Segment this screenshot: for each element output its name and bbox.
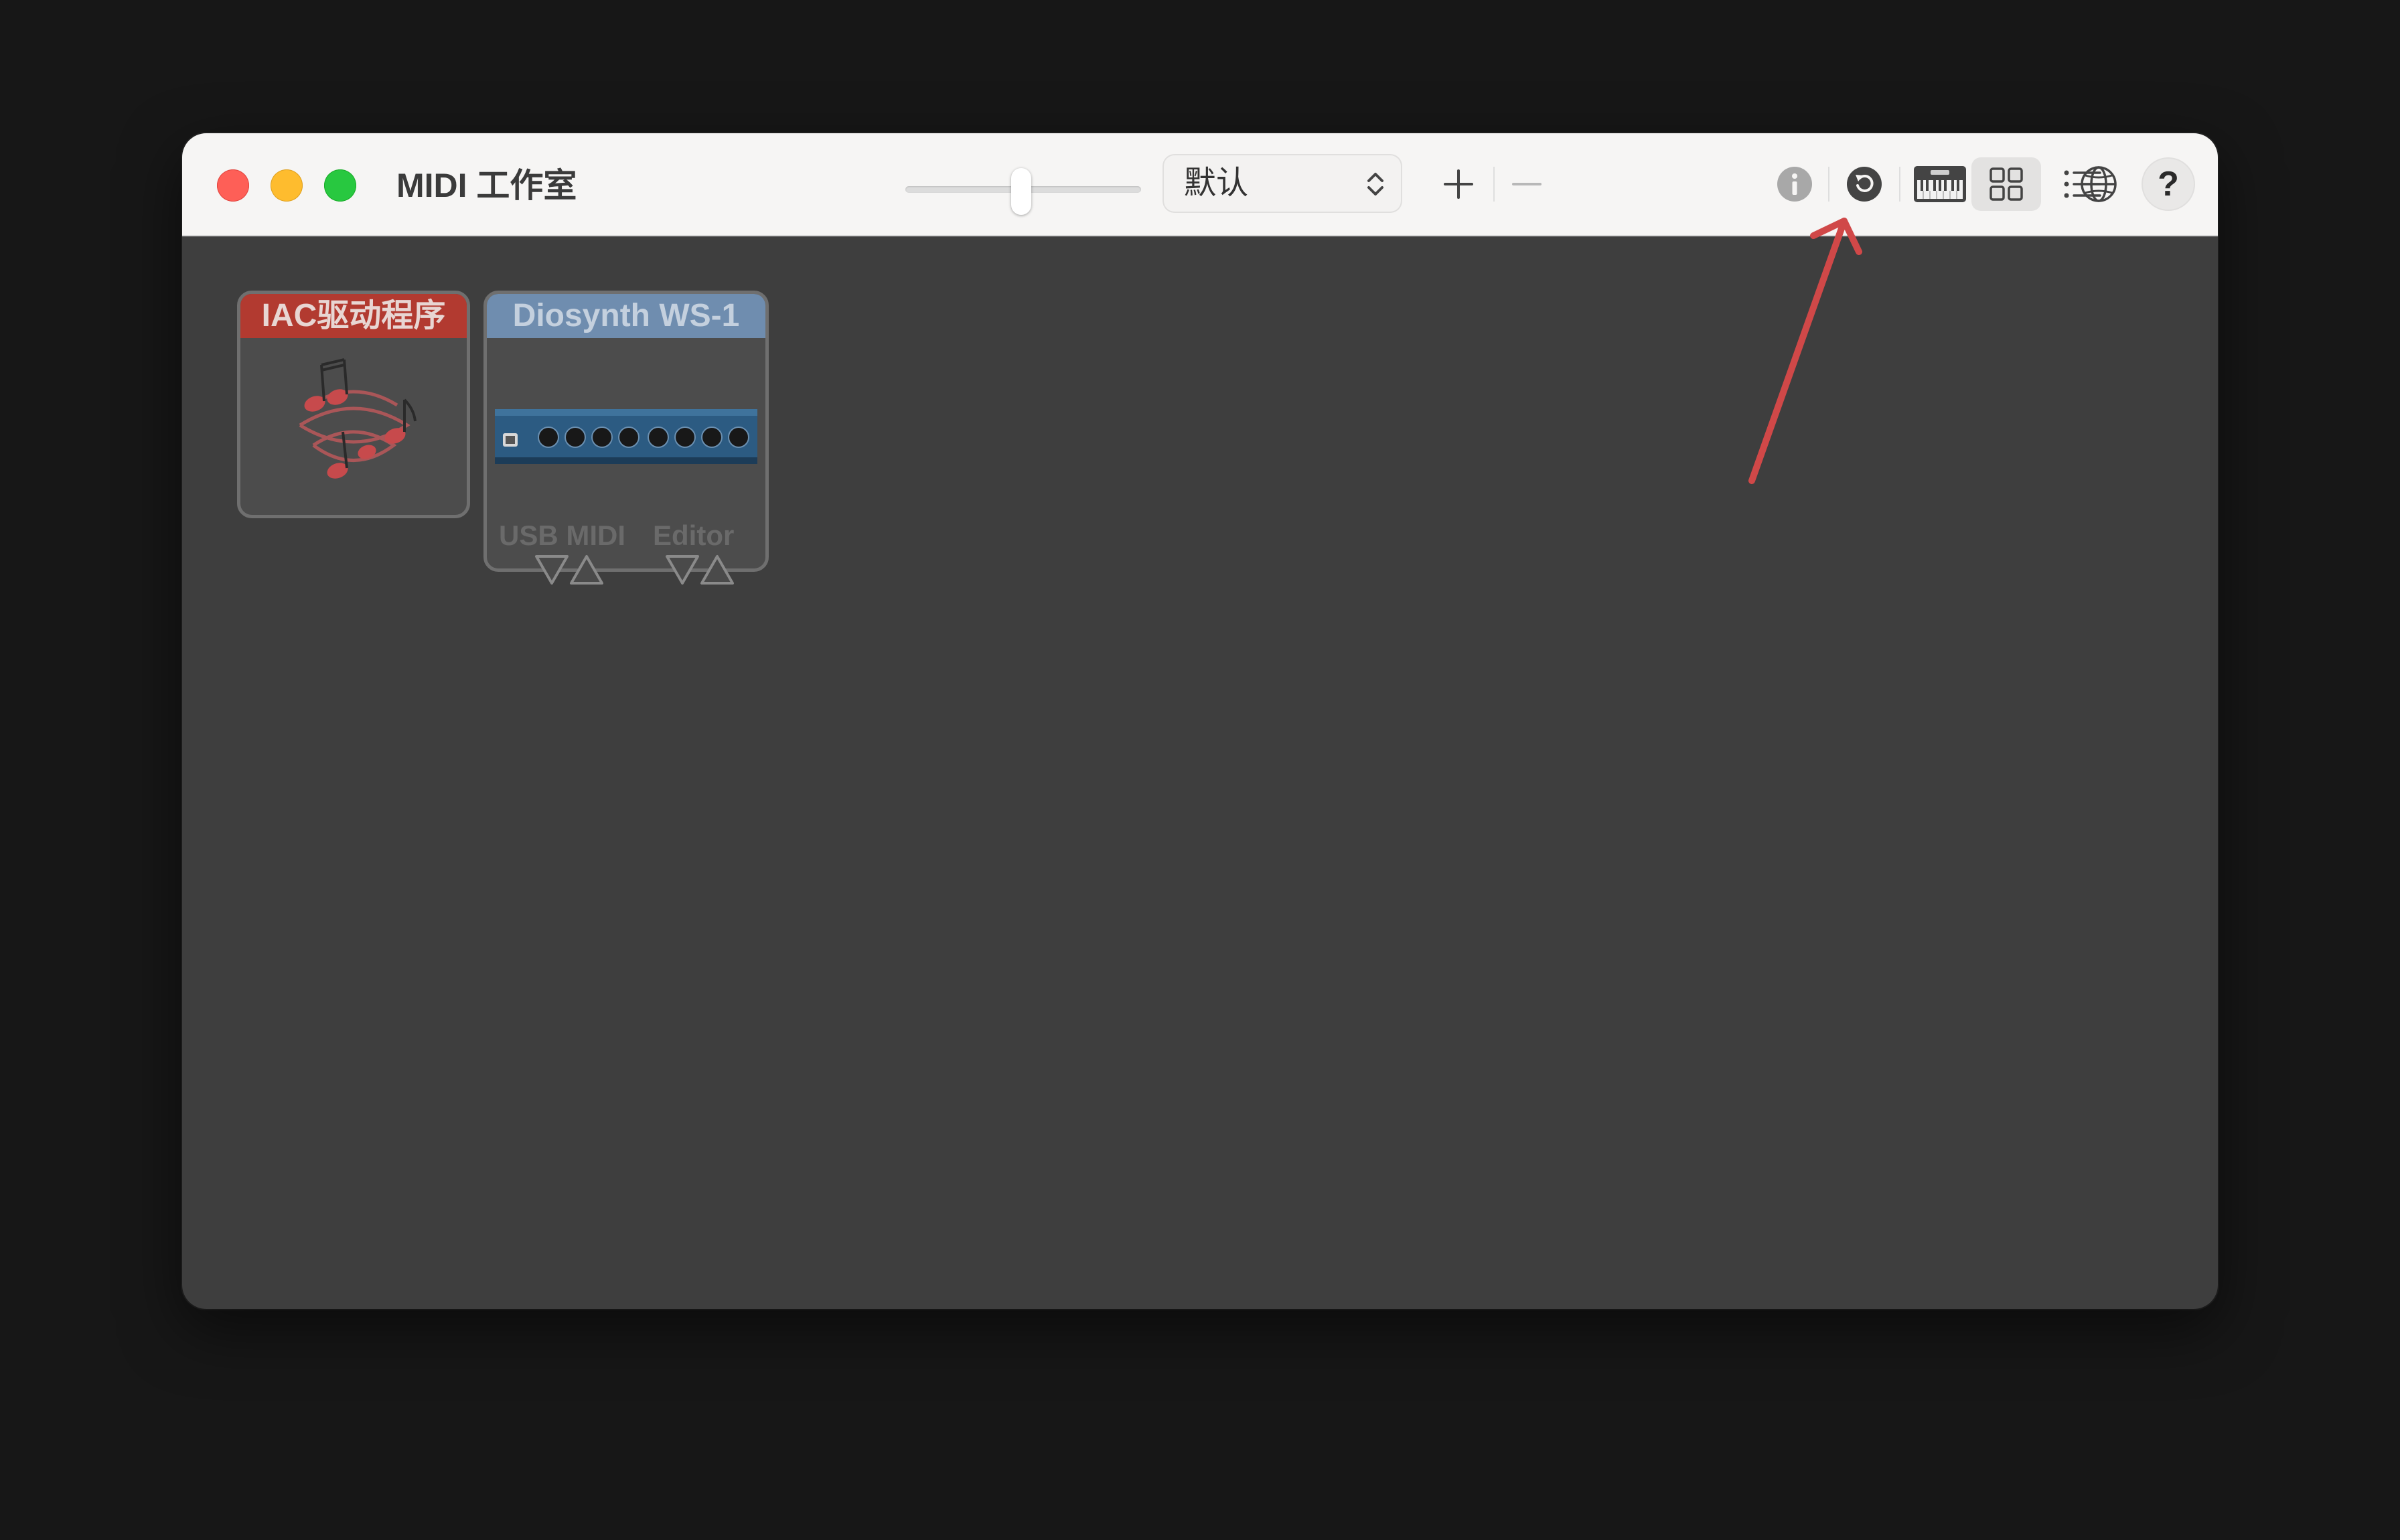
usb-midi-port-connectors[interactable] xyxy=(534,554,607,587)
midi-keyboard-button[interactable] xyxy=(1910,159,1970,210)
configuration-select[interactable]: 默认 xyxy=(1164,155,1401,212)
add-icon xyxy=(1444,169,1473,199)
editor-port-connectors[interactable] xyxy=(664,554,738,587)
music-notes-icon xyxy=(299,358,417,479)
toolbar-separator xyxy=(1828,167,1829,202)
rescan-midi-button[interactable] xyxy=(1839,159,1890,210)
add-device-button[interactable] xyxy=(1433,159,1484,210)
device-info-button[interactable] xyxy=(1769,159,1820,210)
midi-interface-icon xyxy=(495,409,757,464)
up-down-chevron-icon xyxy=(1367,173,1383,196)
grid-view-icon xyxy=(1990,167,2023,201)
device-name: Diosynth WS-1 xyxy=(487,294,765,338)
help-icon: ? xyxy=(2158,165,2179,204)
close-window-button[interactable] xyxy=(217,169,249,202)
list-view-icon xyxy=(2064,170,2101,198)
device-iac-driver[interactable]: IAC驱动程序 xyxy=(237,291,470,518)
titlebar: MIDI 工作室 默认 ? xyxy=(182,133,2218,236)
midi-studio-window: MIDI 工作室 默认 ? IAC驱动程序 Diosynth WS-1 USB … xyxy=(182,133,2218,1309)
minimize-window-button[interactable] xyxy=(271,169,303,202)
rescan-icon xyxy=(1847,167,1882,202)
toolbar-separator xyxy=(1899,167,1900,202)
slider-thumb[interactable] xyxy=(1011,168,1031,215)
port-label-usb-midi: USB MIDI xyxy=(499,520,625,551)
configuration-select-value: 默认 xyxy=(1184,165,1249,201)
port-label-editor: Editor xyxy=(653,520,735,551)
list-view-button[interactable] xyxy=(2057,159,2108,210)
info-icon xyxy=(1777,167,1812,202)
device-diosynth-ws1[interactable]: Diosynth WS-1 USB MIDI Editor xyxy=(483,291,769,572)
zoom-window-button[interactable] xyxy=(324,169,356,202)
toolbar-separator xyxy=(1493,167,1495,202)
midi-keyboard-icon xyxy=(1914,166,1966,202)
window-title: MIDI 工作室 xyxy=(396,167,577,204)
icon-size-slider[interactable] xyxy=(905,168,1141,218)
help-button[interactable]: ? xyxy=(2143,159,2194,210)
device-name: IAC驱动程序 xyxy=(240,294,467,338)
remove-device-button[interactable] xyxy=(1501,159,1552,210)
remove-icon xyxy=(1512,183,1542,185)
icon-view-button[interactable] xyxy=(1981,159,2032,210)
